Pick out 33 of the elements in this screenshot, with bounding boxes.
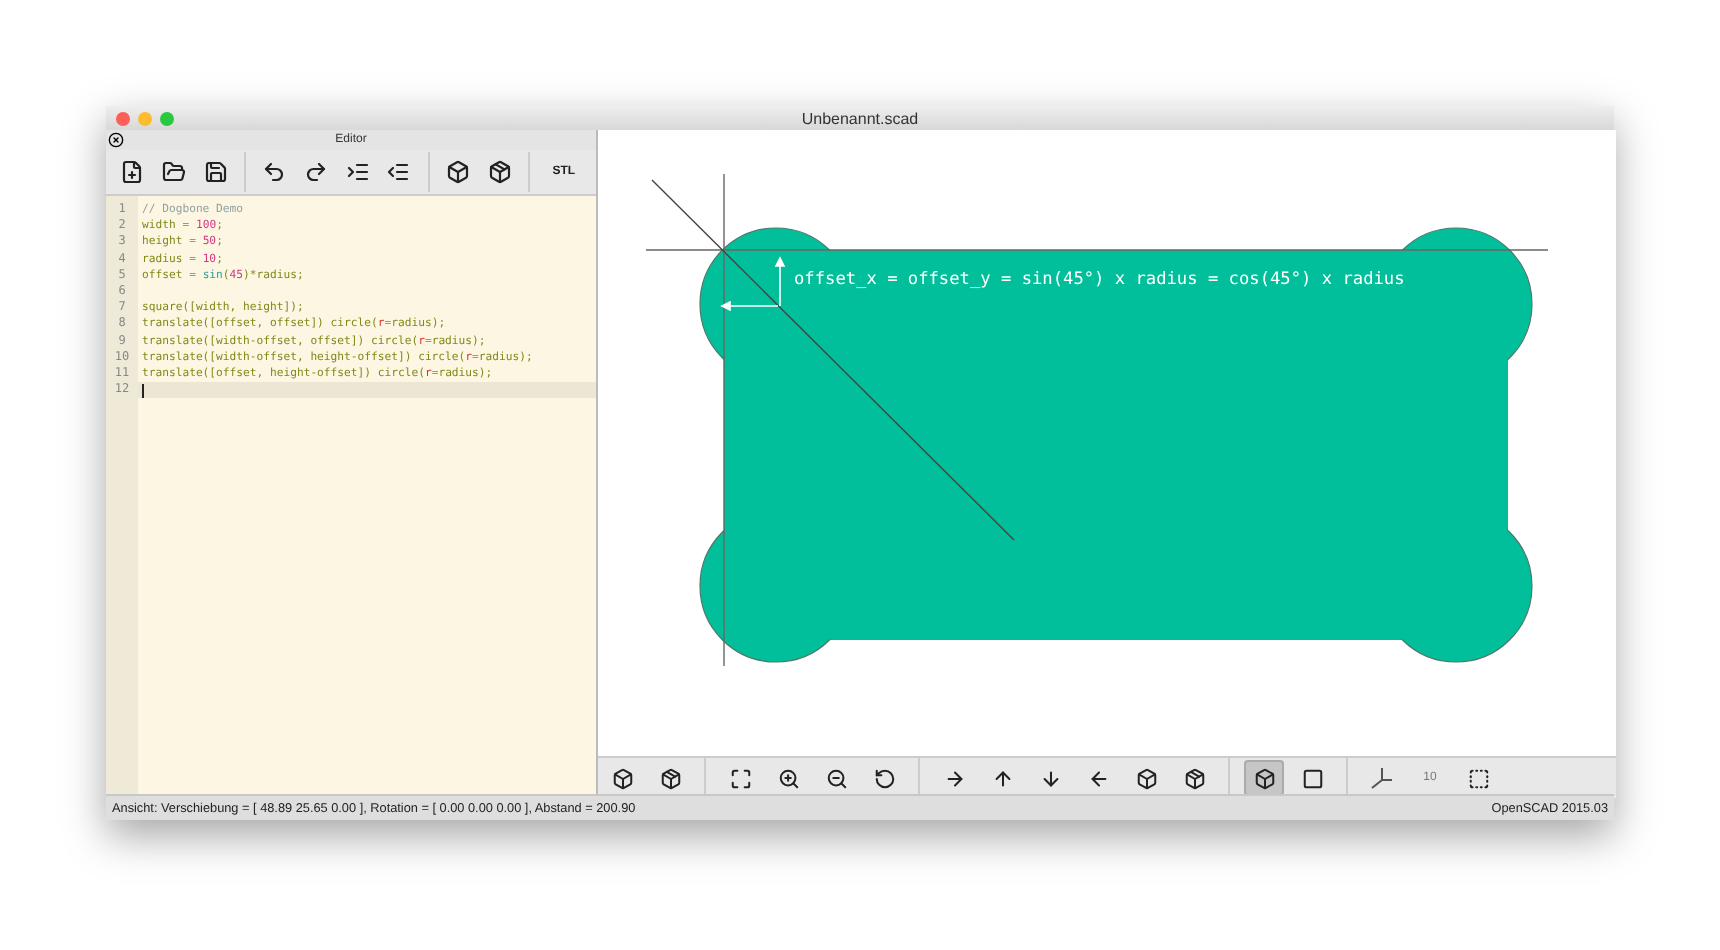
text-cursor [142, 383, 144, 398]
dashed-square-icon [1467, 767, 1489, 789]
redo-icon [303, 160, 328, 184]
zoom-out-icon [825, 767, 847, 789]
right-arrow-icon [943, 767, 965, 789]
up-arrow-icon [991, 767, 1013, 789]
close-icon[interactable] [108, 132, 124, 148]
folder-icon [162, 160, 186, 184]
3d-viewport[interactable]: offset_x = offset_y = sin(45°) x radius = cos(45°) x radius [598, 130, 1616, 756]
perspective-button[interactable] [1244, 760, 1284, 796]
undo-icon [262, 160, 287, 184]
left-arrow-icon [1087, 767, 1109, 789]
cube-icon [1253, 767, 1275, 789]
offset-arrows [720, 256, 786, 312]
offset-formula: offset_x = offset_y = sin(45°) x radius = cos(45°) x radius [794, 270, 1405, 290]
indent-icon [345, 160, 370, 184]
zoom-fit-icon [729, 767, 751, 789]
package-icon [487, 160, 512, 184]
cube-icon [445, 160, 470, 184]
unindent-icon [386, 160, 411, 184]
down-arrow-icon [1039, 767, 1061, 789]
package-icon [1183, 767, 1205, 789]
axes-icon [1370, 766, 1394, 790]
cube-icon [1135, 767, 1157, 789]
cube-icon [611, 767, 633, 789]
zoom-in-icon [777, 767, 799, 789]
window-title: Unbenannt.scad [799, 109, 921, 127]
new-file-icon [120, 160, 145, 184]
square-icon [1301, 767, 1323, 789]
package-icon [659, 767, 681, 789]
reset-view-icon [873, 767, 895, 789]
close-window-button[interactable] [116, 111, 130, 125]
save-icon [203, 160, 228, 184]
